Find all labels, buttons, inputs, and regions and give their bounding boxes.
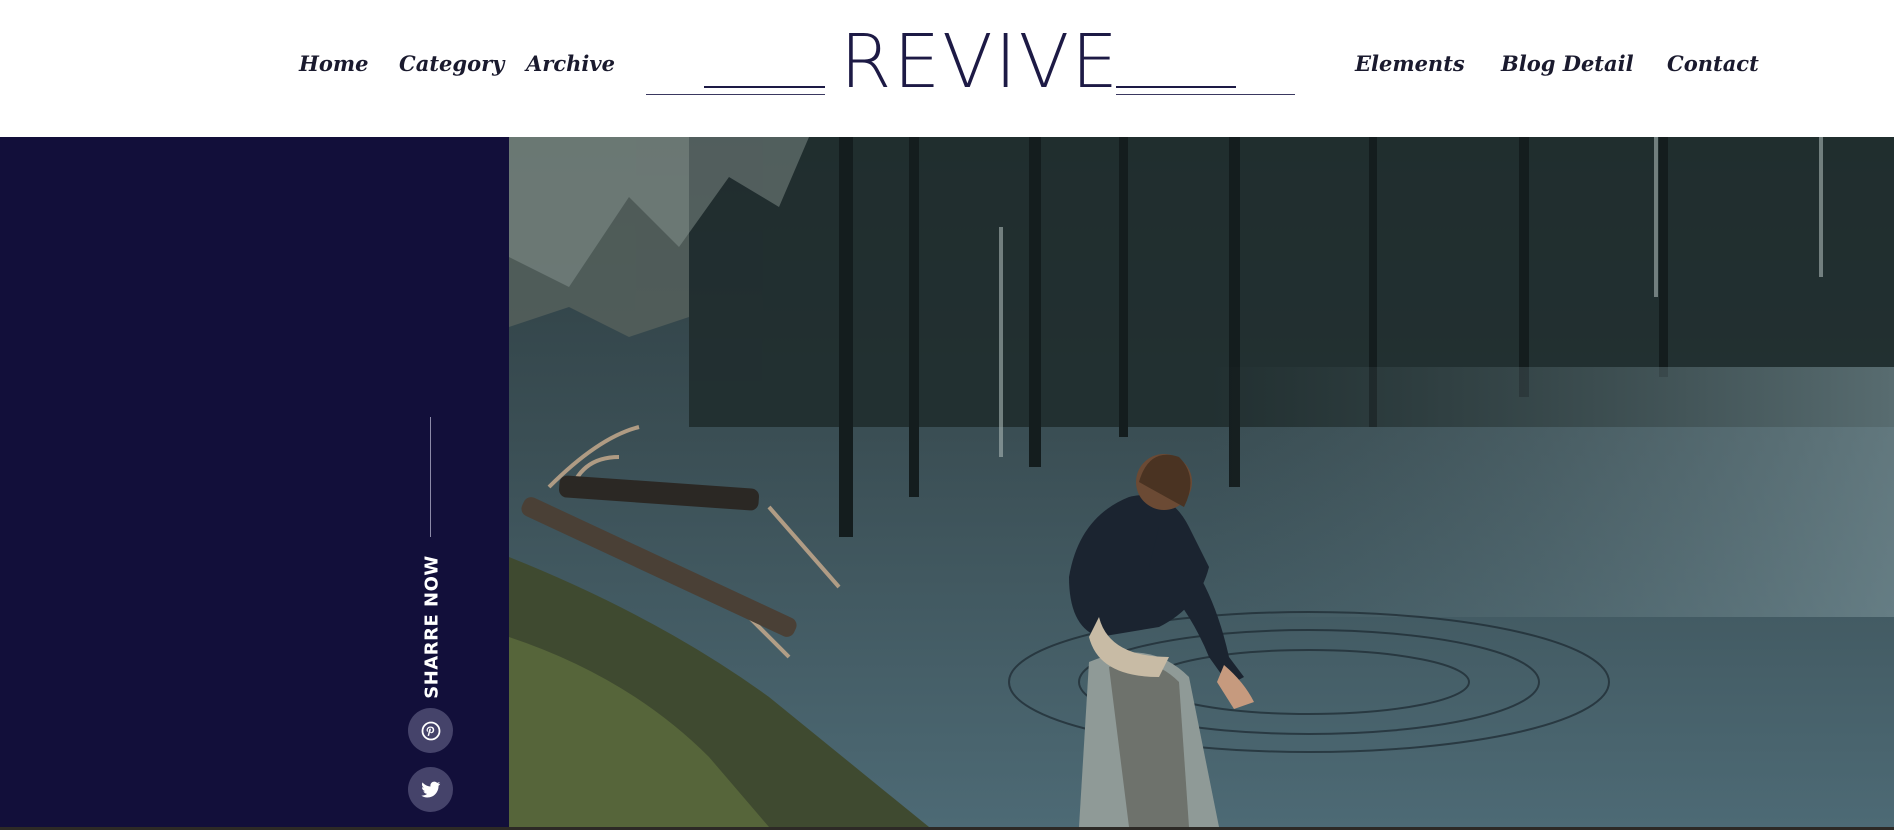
site-logo[interactable]: REVIVE (840, 20, 1118, 104)
twitter-share-button[interactable] (408, 767, 453, 812)
pinterest-icon (421, 721, 440, 740)
share-sidebar: SHARRE NOW (0, 137, 509, 827)
logo-underline-left-thin (646, 94, 825, 95)
lake-photo-illustration (509, 137, 1894, 827)
nav-home-link[interactable]: Home (299, 50, 368, 78)
share-now-label: SHARRE NOW (421, 555, 443, 699)
pinterest-share-button[interactable] (408, 708, 453, 753)
nav-blog-detail-link[interactable]: Blog Detail (1501, 50, 1634, 78)
nav-category-link[interactable]: Category (399, 50, 504, 78)
nav-elements-link[interactable]: Elements (1355, 50, 1465, 78)
nav-contact-link[interactable]: Contact (1667, 50, 1759, 78)
hero-lake-photo (509, 137, 1894, 827)
site-header: Home Category Archive REVIVE Elements Bl… (0, 0, 1894, 137)
logo-underline-right-thin (1116, 94, 1295, 95)
nav-archive-link[interactable]: Archive (526, 50, 615, 78)
share-divider-line (430, 417, 431, 537)
twitter-icon (420, 781, 440, 797)
logo-underline-left (704, 86, 825, 88)
logo-underline-right (1116, 86, 1236, 88)
